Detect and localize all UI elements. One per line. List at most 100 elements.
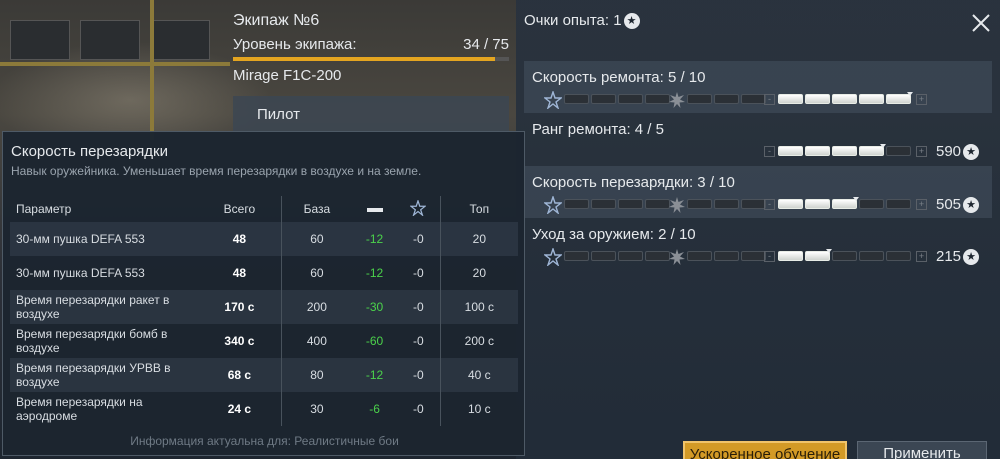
crew-level-progress-fill xyxy=(233,57,496,61)
skill-segment xyxy=(886,251,911,261)
skill-segments xyxy=(778,197,911,209)
xp-row: Очки опыта: 1 ★ xyxy=(524,12,640,29)
skill-label: Ранг ремонта: 4 / 5 xyxy=(532,121,664,138)
skill-segment xyxy=(886,146,911,156)
skill-cost: 590 ★ xyxy=(936,143,980,160)
cell-expert: -0 xyxy=(397,222,441,256)
skill-segments xyxy=(778,249,911,261)
level-marker xyxy=(880,144,886,148)
skill-segment xyxy=(778,94,803,104)
cell-expert: -0 xyxy=(397,358,441,392)
xp-label: Очки опыта: 1 xyxy=(524,12,622,29)
table-row: Время перезарядки бомб в воздухе 340 с 400… xyxy=(10,324,518,358)
close-button[interactable] xyxy=(970,12,992,34)
accelerated-training-button[interactable]: Ускоренное обучение xyxy=(683,441,847,459)
skill-segment xyxy=(859,251,884,261)
skill-segment xyxy=(645,94,670,104)
skill-segment xyxy=(714,251,739,261)
ace-segments xyxy=(687,199,766,209)
expert-segments xyxy=(564,94,670,104)
skill-increase-button[interactable]: + xyxy=(916,199,927,210)
cell-base: 400 xyxy=(280,324,352,358)
table-row: Время перезарядки УРВВ в воздухе 68 с 80 -1… xyxy=(10,358,518,392)
skill-segments xyxy=(778,144,911,156)
skill-increase-button[interactable]: + xyxy=(916,94,927,105)
table-row: 30-мм пушка DEFA 553 48 60 -12 -0 20 xyxy=(10,222,518,256)
header-top: Топ xyxy=(439,196,518,222)
skill-segment xyxy=(591,199,616,209)
skill-bars: - + 215 ★ xyxy=(524,248,992,266)
cell-total: 340 с xyxy=(224,334,255,348)
skill-segment xyxy=(805,146,830,156)
skill-cost: 215 ★ xyxy=(936,248,980,265)
tab-pilot[interactable]: Пилот xyxy=(233,96,509,134)
cell-param: Время перезарядки на аэродроме xyxy=(16,395,143,423)
table-row: 30-мм пушка DEFA 553 48 60 -12 -0 20 xyxy=(10,256,518,290)
star-circle-icon: ★ xyxy=(963,143,980,160)
cell-param: Время перезарядки ракет в воздухе xyxy=(10,290,198,324)
skill-tooltip: Скорость перезарядки Навык оружейника. У… xyxy=(2,131,525,456)
tooltip-description: Навык оружейника. Уменьшает время переза… xyxy=(11,164,422,178)
header-total: Всего xyxy=(223,202,256,216)
skill-segment xyxy=(618,94,643,104)
table-row: Время перезарядки ракет в воздухе 170 с 20… xyxy=(10,290,518,324)
cell-base: 60 xyxy=(280,222,352,256)
skill-cost-value: 215 xyxy=(936,248,962,265)
cell-bonus: -12 xyxy=(365,266,384,280)
cell-bonus: -12 xyxy=(351,222,398,256)
cell-base: 60 xyxy=(280,256,352,290)
expert-star-icon xyxy=(544,248,562,266)
table-row: Время перезарядки на аэродроме 24 с 30 -6 -0… xyxy=(10,392,518,426)
expert-star-icon xyxy=(544,91,562,109)
skill-segment xyxy=(832,251,857,261)
skill-segment xyxy=(778,251,803,261)
skill-label: Скорость ремонта: 5 / 10 xyxy=(532,69,706,86)
skill-decrease-button[interactable]: - xyxy=(764,251,775,262)
skill-segment xyxy=(591,94,616,104)
cell-top: 200 с xyxy=(439,324,518,358)
cell-expert: -0 xyxy=(413,266,424,280)
cell-base: 80 xyxy=(280,358,352,392)
skill-segment xyxy=(859,94,884,104)
skill-repair-rank: Ранг ремонта: 4 / 5 - + 590 ★ xyxy=(524,113,992,165)
tooltip-table: Параметр Всего База Топ 30-мм пушка DEFA… xyxy=(10,196,518,426)
skill-segment xyxy=(687,94,712,104)
ace-badge-icon xyxy=(669,197,685,213)
skill-bar-icon xyxy=(366,207,383,212)
cell-bonus: -12 xyxy=(351,358,398,392)
skill-increase-button[interactable]: + xyxy=(916,251,927,262)
expert-star-icon xyxy=(409,198,428,217)
skill-segment xyxy=(618,251,643,261)
cell-total: 24 с xyxy=(227,402,252,416)
ace-badge-icon xyxy=(669,92,685,108)
skill-decrease-button[interactable]: - xyxy=(764,146,775,157)
skill-segment xyxy=(741,251,766,261)
header-bonus xyxy=(352,196,397,222)
star-circle-icon: ★ xyxy=(963,196,980,213)
cell-bonus: -30 xyxy=(351,290,398,324)
skill-decrease-button[interactable]: - xyxy=(764,199,775,210)
skill-segment xyxy=(687,251,712,261)
table-header-row: Параметр Всего База Топ xyxy=(10,196,518,222)
skill-increase-button[interactable]: + xyxy=(916,146,927,157)
level-marker xyxy=(853,197,859,201)
skill-reload-speed: Скорость перезарядки: 3 / 10 - + 505 ★ xyxy=(524,166,992,218)
skill-label: Скорость перезарядки: 3 / 10 xyxy=(532,174,735,191)
ace-badge-icon xyxy=(669,249,685,265)
expert-star-icon xyxy=(544,196,562,214)
apply-button[interactable]: Применить xyxy=(857,441,987,459)
skill-segment xyxy=(886,199,911,209)
skill-segment xyxy=(741,199,766,209)
skill-repair-speed: Скорость ремонта: 5 / 10 - + xyxy=(524,61,992,113)
skill-segment xyxy=(741,94,766,104)
star-circle-icon: ★ xyxy=(623,12,640,29)
skill-decrease-button[interactable]: - xyxy=(764,94,775,105)
vehicle-name: Mirage F1C-200 xyxy=(233,67,342,84)
skill-segment xyxy=(778,199,803,209)
skill-segment xyxy=(859,199,884,209)
cell-total: 48 xyxy=(198,222,282,256)
skill-segment xyxy=(645,251,670,261)
crew-level-label: Уровень экипажа: xyxy=(233,36,357,53)
cell-param: 30-мм пушка DEFA 553 xyxy=(16,266,145,280)
skill-cost: 505 ★ xyxy=(936,196,980,213)
